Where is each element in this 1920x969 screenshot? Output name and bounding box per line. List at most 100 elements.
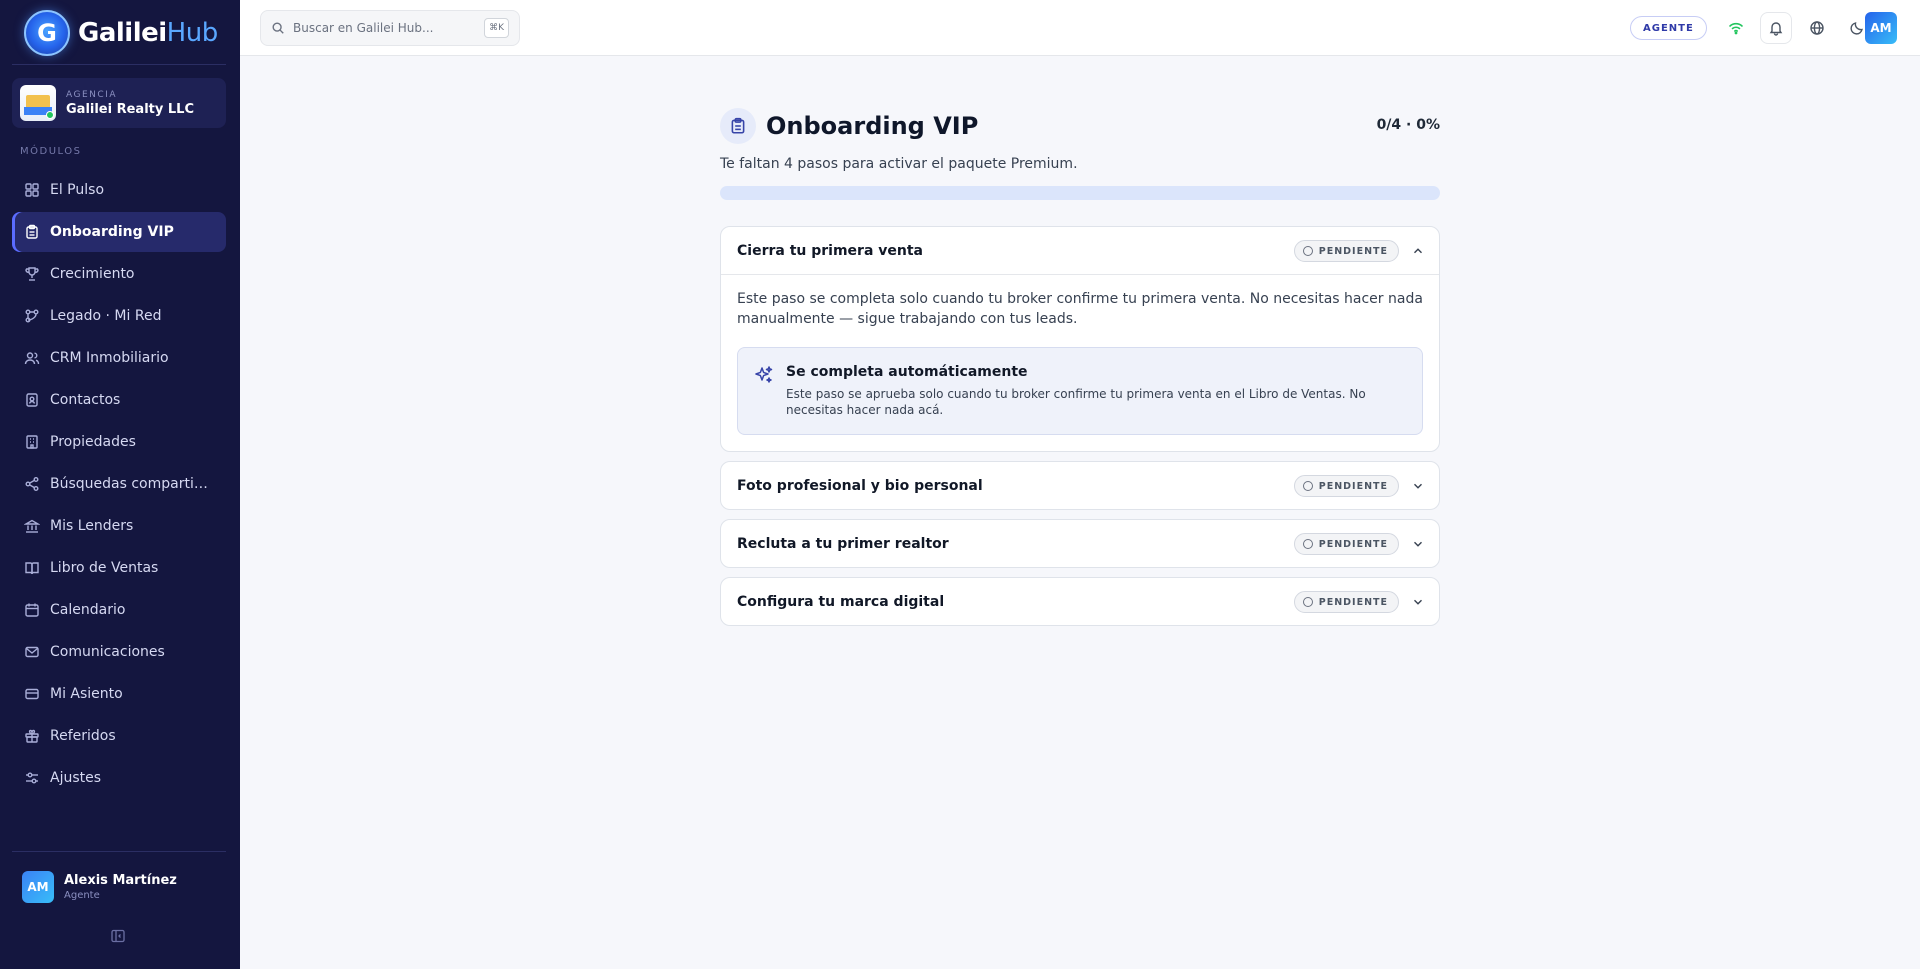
step-card: Configura tu marca digital PENDIENTE xyxy=(720,577,1440,626)
book-icon xyxy=(24,560,40,576)
sidebar-item-mi-asiento[interactable]: Mi Asiento xyxy=(12,674,226,714)
sidebar-item-crecimiento[interactable]: Crecimiento xyxy=(12,254,226,294)
avatar: AM xyxy=(22,871,54,903)
user-profile[interactable]: AM Alexis Martínez Agente xyxy=(22,871,177,903)
sidebar-item-label: Mis Lenders xyxy=(50,518,134,534)
chevron-up-icon[interactable] xyxy=(1411,244,1425,258)
collapse-sidebar-icon[interactable] xyxy=(110,928,126,944)
status-label: PENDIENTE xyxy=(1318,245,1388,257)
sidebar-item-legado[interactable]: Legado · Mi Red xyxy=(12,296,226,336)
step-title: Cierra tu primera venta xyxy=(737,242,923,259)
brand-logo[interactable]: G GalileiHub xyxy=(24,10,218,56)
user-role: Agente xyxy=(64,890,100,901)
step-card: Recluta a tu primer realtor PENDIENTE xyxy=(720,519,1440,568)
sidebar-item-label: Mi Asiento xyxy=(50,686,123,702)
status-label: PENDIENTE xyxy=(1318,480,1388,492)
mail-icon xyxy=(24,644,40,660)
agency-switcher[interactable]: AGENCIA Galilei Realty LLC xyxy=(12,78,226,128)
building-icon xyxy=(24,434,40,450)
chevron-down-icon[interactable] xyxy=(1411,595,1425,609)
share-icon xyxy=(24,476,40,492)
step-header[interactable]: Recluta a tu primer realtor PENDIENTE xyxy=(721,520,1439,567)
sidebar-item-contactos[interactable]: Contactos xyxy=(12,380,226,420)
sidebar-item-el-pulso[interactable]: El Pulso xyxy=(12,170,226,210)
circle-icon xyxy=(1302,597,1313,607)
sidebar-item-calendario[interactable]: Calendario xyxy=(12,590,226,630)
step-title: Configura tu marca digital xyxy=(737,593,945,610)
gift-icon xyxy=(24,728,40,744)
sidebar-item-label: Libro de Ventas xyxy=(50,560,159,576)
bell-icon xyxy=(1768,20,1784,36)
status-badge: PENDIENTE xyxy=(1293,475,1399,497)
auto-complete-title: Se completa automáticamente xyxy=(786,364,1028,380)
chevron-down-icon[interactable] xyxy=(1411,537,1425,551)
step-card: Foto profesional y bio personal PENDIENT… xyxy=(720,461,1440,510)
clipboard-icon xyxy=(720,108,756,144)
moon-icon xyxy=(1849,20,1865,36)
bank-icon xyxy=(24,518,40,534)
language-button[interactable] xyxy=(1801,12,1833,44)
sidebar-item-ajustes[interactable]: Ajustes xyxy=(12,758,226,798)
sidebar-item-crm[interactable]: CRM Inmobiliario xyxy=(12,338,226,378)
search-input[interactable] xyxy=(293,21,483,35)
sidebar-item-busquedas[interactable]: Búsquedas compartid... xyxy=(12,464,226,504)
topbar: ⌘K AGENTE AM xyxy=(240,0,1920,56)
dashboard-icon xyxy=(24,182,40,198)
contacts-icon xyxy=(24,392,40,408)
progress-text: 0/4 · 0% xyxy=(1376,117,1440,133)
avatar[interactable]: AM xyxy=(1865,12,1897,44)
step-title: Recluta a tu primer realtor xyxy=(737,535,949,552)
sidebar-item-label: Contactos xyxy=(50,392,121,408)
agency-label: AGENCIA xyxy=(66,89,117,100)
sidebar-item-label: Comunicaciones xyxy=(50,644,165,660)
step-header[interactable]: Cierra tu primera venta PENDIENTE xyxy=(721,227,1439,274)
sidebar-item-onboarding-vip[interactable]: Onboarding VIP xyxy=(12,212,226,252)
sidebar-item-label: Crecimiento xyxy=(50,266,135,282)
sparkles-icon xyxy=(754,365,774,385)
sidebar-item-label: CRM Inmobiliario xyxy=(50,350,169,366)
sidebar-item-label: Calendario xyxy=(50,602,126,618)
progress-bar xyxy=(720,186,1440,200)
search-shortcut: ⌘K xyxy=(484,18,509,38)
wifi-icon xyxy=(1720,12,1752,44)
status-badge: PENDIENTE xyxy=(1293,533,1399,555)
divider xyxy=(12,851,226,852)
auto-complete-text: Este paso se aprueba solo cuando tu brok… xyxy=(786,387,1366,417)
status-label: PENDIENTE xyxy=(1318,596,1388,608)
notifications-button[interactable] xyxy=(1760,12,1792,44)
sidebar-nav: El Pulso Onboarding VIP Crecimiento Lega… xyxy=(12,170,226,800)
sidebar-item-referidos[interactable]: Referidos xyxy=(12,716,226,756)
step-header[interactable]: Configura tu marca digital PENDIENTE xyxy=(721,578,1439,625)
sidebar-item-propiedades[interactable]: Propiedades xyxy=(12,422,226,462)
search-box[interactable]: ⌘K xyxy=(260,10,520,46)
sidebar-item-mis-lenders[interactable]: Mis Lenders xyxy=(12,506,226,546)
page-header: Onboarding VIP 0/4 · 0% xyxy=(720,108,1440,144)
status-badge: PENDIENTE xyxy=(1293,240,1399,262)
globe-icon xyxy=(1809,20,1825,36)
circle-icon xyxy=(1302,481,1313,491)
circle-icon xyxy=(1302,246,1313,256)
brand-name: GalileiHub xyxy=(78,18,218,48)
sidebar-item-libro-de-ventas[interactable]: Libro de Ventas xyxy=(12,548,226,588)
sidebar-item-label: El Pulso xyxy=(50,182,105,198)
users-icon xyxy=(24,350,40,366)
role-badge: AGENTE xyxy=(1630,16,1707,40)
circle-icon xyxy=(1302,539,1313,549)
sidebar-item-label: Referidos xyxy=(50,728,116,744)
step-header[interactable]: Foto profesional y bio personal PENDIENT… xyxy=(721,462,1439,509)
step-card: Cierra tu primera venta PENDIENTE Este p… xyxy=(720,226,1440,452)
divider xyxy=(12,64,226,65)
steps-list: Cierra tu primera venta PENDIENTE Este p… xyxy=(720,226,1440,626)
sidebar-item-label: Propiedades xyxy=(50,434,136,450)
chevron-down-icon[interactable] xyxy=(1411,479,1425,493)
clipboard-icon xyxy=(24,224,40,240)
sidebar-item-label: Ajustes xyxy=(50,770,102,786)
agency-logo-icon xyxy=(20,85,56,121)
sidebar-item-comunicaciones[interactable]: Comunicaciones xyxy=(12,632,226,672)
calendar-icon xyxy=(24,602,40,618)
galilei-logo-icon: G xyxy=(24,10,70,56)
step-description: Este paso se completa solo cuando tu bro… xyxy=(737,291,1423,327)
step-body: Este paso se completa solo cuando tu bro… xyxy=(721,274,1439,451)
step-title: Foto profesional y bio personal xyxy=(737,477,983,494)
page-subtitle: Te faltan 4 pasos para activar el paquet… xyxy=(720,156,1078,172)
